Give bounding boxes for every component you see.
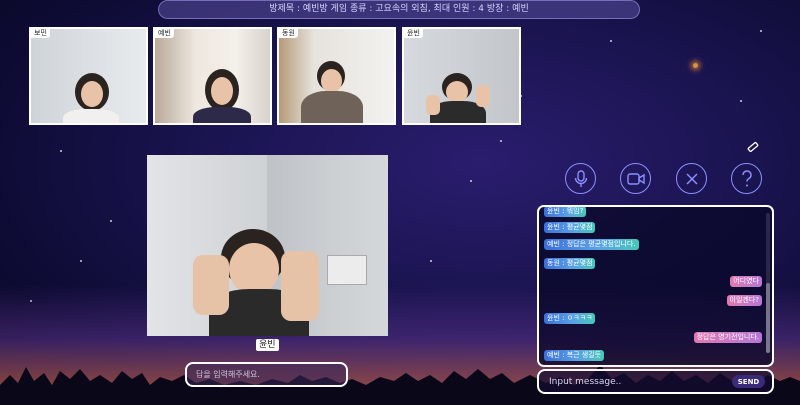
chat-input-container: SEND [537,369,774,394]
star [80,260,82,262]
participant-face [321,69,342,93]
chat-message-input[interactable] [549,373,719,390]
chat-message: 윤빈 : 뭐임? [544,207,587,217]
send-button[interactable]: SEND [732,375,765,388]
star [110,220,112,222]
main-speaker-name-tag: 윤빈 [256,339,279,351]
speaker-hand [281,251,319,321]
participant-hand [426,95,440,115]
chat-message: 정답은 영기전입니다. [693,332,762,343]
star [500,140,502,142]
participant-face [81,81,103,107]
chat-message: 예빈 : 정답은 평균몇점입니다. [544,239,639,250]
room-info-banner: 방제목 : 예빈방 게임 종류 : 고요속의 외침, 최대 인원 : 4 방장 … [158,0,640,19]
star [60,150,62,152]
participant-video-2: 예빈 [153,27,272,125]
participant-body [301,91,363,123]
chat-message: 예빈 : 복근 생길듯 [544,350,605,361]
star [430,260,432,262]
participant-name-tag: 윤빈 [404,29,423,38]
star [470,180,472,182]
participant-hand [476,85,490,107]
chat-message: 윤빈 : ㅇㅋㅋㅋ [544,313,596,324]
close-icon [685,172,698,185]
star [760,30,762,32]
participant-name-tag: 동원 [279,29,298,38]
speaker-hand [193,255,229,315]
camera-icon [626,172,645,185]
monitor-shape [327,255,367,285]
chat-message: 이일겐다? [726,295,762,306]
answer-input[interactable] [185,362,348,387]
chat-message: 윤빈 : 평균몇점 [544,222,596,233]
participant-video-4: 윤빈 [402,27,521,125]
planet-dot [693,63,698,68]
main-speaker-video [147,155,388,336]
pencil-icon[interactable] [746,140,760,154]
chat-panel[interactable]: 윤빈 : 뭐임? 윤빈 : 평균몇점 예빈 : 정답은 평균몇점입니다. 동원 … [537,205,774,367]
help-icon [741,169,752,186]
participant-video-3: 동원 [277,27,396,125]
participant-body [193,107,251,123]
participant-body [63,109,119,123]
microphone-button[interactable] [565,163,596,194]
leave-button[interactable] [676,163,707,194]
participant-face [446,81,468,103]
microphone-icon [574,169,587,187]
chat-scrollbar[interactable] [766,213,770,353]
help-button[interactable] [731,163,762,194]
star [740,100,742,102]
speaker-face [229,243,279,295]
star [610,40,612,42]
camera-button[interactable] [620,163,651,194]
chat-scrollbar-thumb[interactable] [766,283,770,353]
participant-name-tag: 예빈 [155,29,174,38]
participant-face [211,77,233,105]
participant-video-1: 보민 [29,27,148,125]
participant-name-tag: 보민 [31,29,50,38]
chat-message: 동원 : 평균몇점 [544,258,596,269]
chat-message: 어디였다 [730,276,762,287]
